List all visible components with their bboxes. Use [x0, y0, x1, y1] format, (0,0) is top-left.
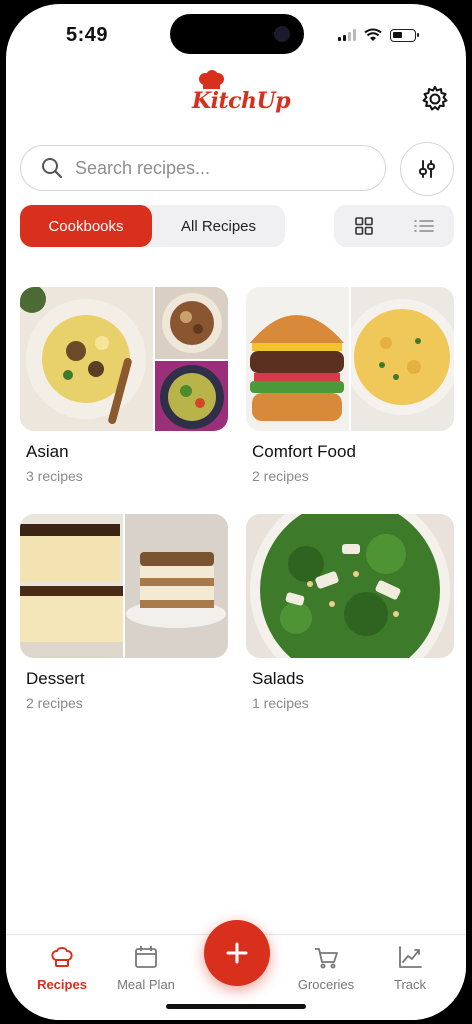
grid-view-button[interactable]: [334, 205, 394, 247]
cookbook-title: Dessert: [26, 669, 85, 688]
dynamic-island: [170, 14, 304, 54]
cookbook-cover-collage: [20, 514, 228, 658]
home-indicator: [166, 1004, 306, 1009]
calendar-icon: [135, 946, 157, 968]
cookbook-title: Comfort Food: [252, 442, 356, 461]
cookbook-recipe-count: 3 recipes: [26, 468, 83, 484]
search-input[interactable]: [73, 156, 367, 180]
chart-icon: [399, 946, 422, 968]
tab-meal-plan[interactable]: Meal Plan: [106, 943, 186, 992]
tab-groceries[interactable]: Groceries: [286, 943, 366, 992]
status-icons: [338, 28, 419, 42]
tab-recipes[interactable]: Recipes: [22, 943, 102, 992]
asian-food-image: [20, 287, 228, 431]
logo-text: KitchUp: [192, 88, 291, 114]
tab-all-recipes[interactable]: All Recipes: [152, 205, 285, 247]
tab-label: Track: [393, 977, 427, 992]
cookbook-cover-collage: [20, 287, 228, 431]
tab-cookbooks[interactable]: Cookbooks: [20, 205, 152, 247]
list-view-button[interactable]: [394, 205, 454, 247]
comfort-food-image: [246, 287, 454, 431]
gear-icon[interactable]: [420, 84, 450, 114]
filter-button[interactable]: [400, 142, 454, 196]
status-time: 5:49: [66, 24, 109, 46]
tab-label: Groceries: [297, 977, 355, 992]
list-icon: [414, 220, 434, 232]
wifi-icon: [364, 28, 382, 41]
cookbook-cover-collage: [246, 287, 454, 431]
plus-icon: [226, 942, 248, 964]
cookbook-recipe-count: 1 recipes: [252, 695, 309, 711]
dessert-image: [20, 514, 228, 658]
app-logo: KitchUp: [192, 70, 291, 126]
sliders-icon: [419, 160, 435, 178]
salad-image: [246, 514, 454, 658]
cart-icon: [315, 948, 338, 969]
cookbook-cover-collage: [246, 514, 454, 658]
cellular-signal-icon: [338, 29, 356, 41]
phone-screen: 5:49 KitchUp Search recipes... Cookbooks…: [6, 4, 466, 1020]
search-bar[interactable]: [20, 145, 386, 191]
cookbook-recipe-count: 2 recipes: [252, 468, 309, 484]
tab-label: Meal Plan: [117, 977, 175, 992]
cookbook-recipe-count: 2 recipes: [26, 695, 83, 711]
grid-icon: [355, 217, 373, 235]
cookbook-title: Asian: [26, 442, 69, 461]
battery-icon: [390, 28, 419, 42]
cookbook-title: Salads: [252, 669, 304, 688]
chef-hat-icon: [51, 947, 73, 967]
add-recipe-button[interactable]: [204, 920, 270, 986]
view-toggle: [334, 205, 454, 247]
cookbook-segmented-control: Cookbooks All Recipes: [20, 205, 285, 247]
camera-icon: [274, 26, 290, 42]
tab-track[interactable]: Track: [370, 943, 450, 992]
search-icon: [42, 158, 63, 179]
tab-label: Recipes: [37, 977, 87, 992]
